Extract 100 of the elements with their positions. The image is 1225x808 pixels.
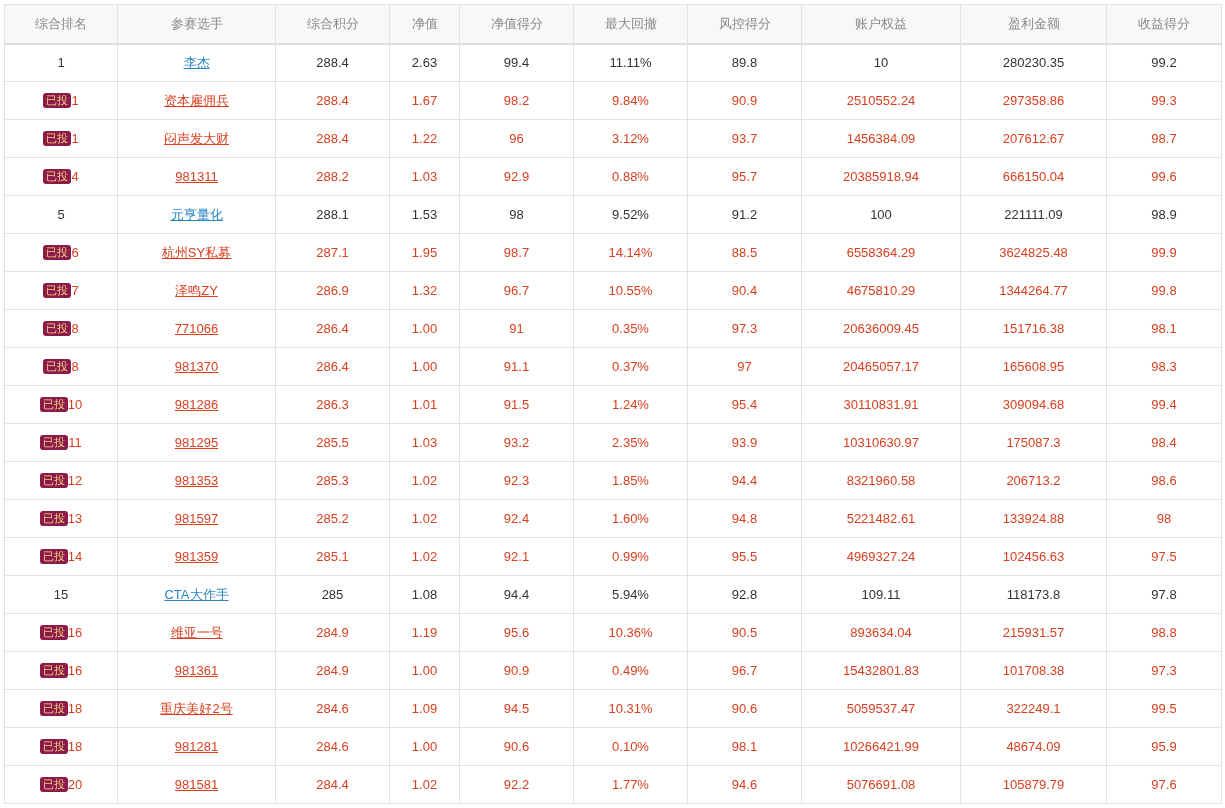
player-link[interactable]: 981311 <box>175 168 218 184</box>
column-header: 综合排名 <box>4 4 118 44</box>
player-link[interactable]: 泽鸣ZY <box>175 282 218 298</box>
table-cell: 99.9 <box>1106 233 1222 272</box>
table-cell: 165608.95 <box>960 347 1107 386</box>
table-cell: 97.5 <box>1106 537 1222 576</box>
table-cell: 91 <box>459 309 574 348</box>
table-cell: 20465057.17 <box>801 347 961 386</box>
table-cell: 9.52% <box>573 195 688 234</box>
table-cell: 1.60% <box>573 499 688 538</box>
table-cell: 90.6 <box>459 727 574 766</box>
rank-text: 15 <box>53 586 69 602</box>
column-header: 净值 <box>389 4 460 44</box>
rank-text: 18 <box>67 738 83 754</box>
table-cell: 20636009.45 <box>801 309 961 348</box>
table-cell: 215931.57 <box>960 613 1107 652</box>
table-cell: 1.24% <box>573 385 688 424</box>
rank-text: 8 <box>71 320 79 336</box>
invested-tag: 已投 <box>39 738 68 754</box>
table-cell: 286.4 <box>275 309 390 348</box>
table-cell: 98.3 <box>1106 347 1222 386</box>
table-cell: 1.53 <box>389 195 460 234</box>
table-cell: 98.2 <box>459 81 574 120</box>
table-cell: 3.12% <box>573 119 688 158</box>
table-cell: 1.02 <box>389 537 460 576</box>
player-link[interactable]: 981359 <box>174 548 219 564</box>
table-cell: 4675810.29 <box>801 271 961 310</box>
table-cell: 94.4 <box>687 461 802 500</box>
column-header: 风控得分 <box>687 4 802 44</box>
table-cell: 99.4 <box>459 43 574 82</box>
table-cell: 105879.79 <box>960 765 1107 804</box>
table-cell: 0.49% <box>573 651 688 690</box>
player-link[interactable]: 981286 <box>174 396 219 412</box>
table-cell: 97 <box>687 347 802 386</box>
table-cell: 0.35% <box>573 309 688 348</box>
table-cell: 95.4 <box>687 385 802 424</box>
table-cell: 90.9 <box>687 81 802 120</box>
table-cell: 1.67 <box>389 81 460 120</box>
table-cell: 1.01 <box>389 385 460 424</box>
player-link[interactable]: 资本雇佣兵 <box>164 92 229 108</box>
table-cell: 288.4 <box>275 81 390 120</box>
player-link[interactable]: 981361 <box>174 662 219 678</box>
rank-text: 18 <box>67 700 83 716</box>
player-link[interactable]: 981581 <box>174 776 219 792</box>
table-cell: 2.63 <box>389 43 460 82</box>
table-cell: 0.10% <box>573 727 688 766</box>
invested-tag: 已投 <box>43 130 72 146</box>
player-link[interactable]: 981295 <box>174 434 219 450</box>
table-cell: 94.4 <box>459 575 574 614</box>
table-cell: 285.1 <box>275 537 390 576</box>
table-cell: 118173.8 <box>960 575 1107 614</box>
table-cell: 92.1 <box>459 537 574 576</box>
player-link[interactable]: 杭州SY私募 <box>161 244 232 260</box>
table-cell: 95.9 <box>1106 727 1222 766</box>
player-link[interactable]: 981281 <box>174 738 219 754</box>
table-cell: 287.1 <box>275 233 390 272</box>
table-cell: 98.8 <box>1106 613 1222 652</box>
invested-tag: 已投 <box>39 396 68 412</box>
table-cell: 98.1 <box>1106 309 1222 348</box>
table-cell: 285.3 <box>275 461 390 500</box>
column-header: 盈利金额 <box>960 4 1107 44</box>
table-cell: 1.00 <box>389 651 460 690</box>
player-link[interactable]: 重庆美好2号 <box>160 700 233 716</box>
table-cell: 1.03 <box>389 423 460 462</box>
table-cell: 1.08 <box>389 575 460 614</box>
table-cell: 15432801.83 <box>801 651 961 690</box>
table-cell: 309094.68 <box>960 385 1107 424</box>
column-header: 综合积分 <box>275 4 390 44</box>
player-link[interactable]: 771066 <box>174 320 219 336</box>
table-cell: 92.3 <box>459 461 574 500</box>
table-cell: 90.4 <box>687 271 802 310</box>
invested-tag: 已投 <box>43 92 72 108</box>
player-link[interactable]: 981597 <box>174 510 219 526</box>
rank-text: 10 <box>67 396 83 412</box>
table-cell: 2.35% <box>573 423 688 462</box>
rank-text: 13 <box>67 510 83 526</box>
player-link[interactable]: 元亨量化 <box>170 206 223 222</box>
player-link[interactable]: 981370 <box>174 358 219 374</box>
rank-text: 4 <box>71 168 79 184</box>
table-cell: 1.00 <box>389 347 460 386</box>
table-cell: 1344264.77 <box>960 271 1107 310</box>
player-link[interactable]: 李杰 <box>183 55 210 70</box>
rank-text: 11 <box>68 434 82 450</box>
table-cell: 322249.1 <box>960 689 1107 728</box>
player-link[interactable]: CTA大作手 <box>164 586 229 602</box>
table-cell: 221111.09 <box>960 195 1107 234</box>
table-cell: 92.8 <box>687 575 802 614</box>
table-cell: 288.4 <box>275 119 390 158</box>
table-cell: 99.4 <box>1106 385 1222 424</box>
table-cell: 284.6 <box>275 727 390 766</box>
column-header: 账户权益 <box>801 4 961 44</box>
table-cell: 284.9 <box>275 613 390 652</box>
rank-text: 12 <box>67 472 83 488</box>
table-cell: 92.9 <box>459 157 574 196</box>
table-cell: 9.84% <box>573 81 688 120</box>
table-cell: 1.03 <box>389 157 460 196</box>
table-cell: 95.7 <box>687 157 802 196</box>
player-link[interactable]: 981353 <box>174 472 219 488</box>
player-link[interactable]: 闷声发大财 <box>164 130 229 146</box>
player-link[interactable]: 维亚一号 <box>170 624 223 640</box>
